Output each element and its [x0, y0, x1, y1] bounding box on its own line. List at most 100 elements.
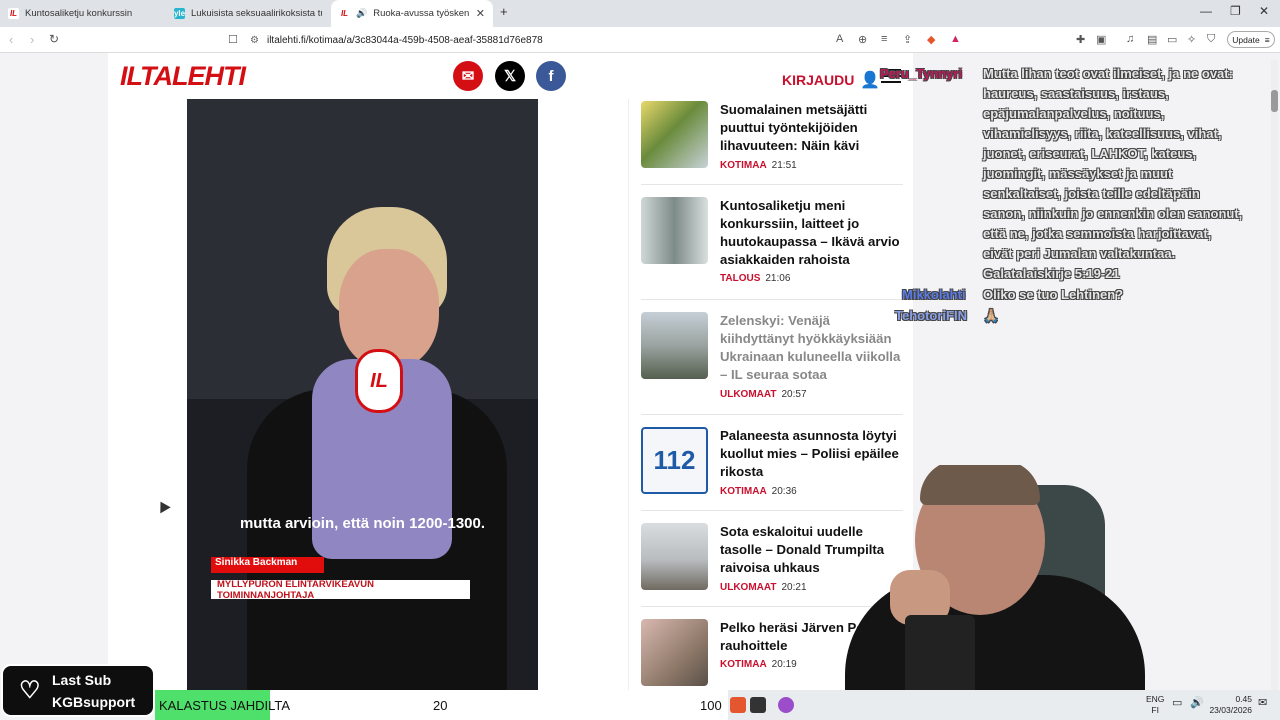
- login-button[interactable]: KIRJAUDU 👤: [782, 70, 880, 90]
- chat-message-line: että ne, jotka semmoista harjoittavat,: [983, 226, 1212, 241]
- extensions-icon[interactable]: ✚: [1076, 33, 1085, 46]
- reader-icon[interactable]: ≡: [881, 33, 887, 45]
- yle-favicon-icon: yle: [173, 8, 186, 19]
- clock-date: 23/03/2026: [1209, 705, 1252, 715]
- news-category: KOTIMAA: [720, 160, 767, 171]
- zoom-icon[interactable]: ⊕: [858, 33, 867, 46]
- news-thumbnail: [641, 197, 708, 264]
- update-label: Update: [1232, 34, 1260, 45]
- chat-emote: 🙏🏼: [983, 308, 1000, 323]
- chat-message-line: haureus, saastaisuus, irstaus,: [983, 86, 1169, 101]
- leo-icon[interactable]: ✧: [1187, 33, 1196, 46]
- news-time: 20:36: [771, 486, 797, 497]
- news-meta: KOTIMAA 20:19: [720, 659, 797, 670]
- iltalehti-site: ILTALEHTI ✉ 𝕏 f KIRJAUDU 👤 IL Sinikka Ba…: [108, 53, 913, 690]
- network-icon[interactable]: ▭: [1172, 698, 1182, 709]
- translate-icon[interactable]: A: [836, 33, 843, 45]
- maximize-icon[interactable]: ❐: [1230, 4, 1241, 18]
- share-icon[interactable]: ⇪: [903, 33, 912, 46]
- app-taskbar-icon[interactable]: [778, 697, 794, 713]
- news-video-player[interactable]: IL Sinikka Backman MYLLYPURON ELINTARVIK…: [187, 99, 538, 690]
- streamer-webcam: [845, 465, 1145, 720]
- news-category: KOTIMAA: [720, 486, 767, 497]
- last-sub-title: Last Sub: [52, 672, 112, 688]
- last-sub-widget: ♡ Last Sub KGBsupport: [1, 664, 155, 717]
- close-tab-icon[interactable]: ✕: [476, 7, 485, 20]
- news-time: 21:06: [765, 273, 791, 284]
- tab-yle[interactable]: yle Lukuisista seksuaalirikoksista tuomi…: [166, 0, 330, 27]
- news-meta: ULKOMAAT 20:21: [720, 582, 807, 593]
- reload-icon[interactable]: ↻: [49, 32, 59, 46]
- tab-label: Lukuisista seksuaalirikoksista tuomittu: [191, 8, 322, 19]
- chat-message-line: juonet, eriseurat, LAHKOT, kateus,: [983, 146, 1197, 161]
- wallet-icon[interactable]: ▭: [1167, 33, 1177, 46]
- chat-message-line: Galatalaiskirje 5:19-21: [983, 266, 1120, 281]
- bookmark-icon[interactable]: ☐: [228, 33, 238, 46]
- brave-rewards-icon[interactable]: ▲: [950, 33, 961, 45]
- chat-message-line: sanon, niinkuin jo ennenkin olen sanonut…: [983, 206, 1243, 221]
- last-sub-name: KGBsupport: [52, 694, 136, 710]
- news-category: ULKOMAAT: [720, 582, 777, 593]
- forward-icon[interactable]: ›: [30, 32, 34, 47]
- news-meta: TALOUS 21:06: [720, 273, 790, 284]
- speaker-icon: 🔊: [356, 8, 368, 18]
- chat-message-line: eivät peri Jumalan valtakuntaa.: [983, 246, 1176, 261]
- facebook-share-icon[interactable]: f: [536, 61, 566, 91]
- il-microphone-icon: IL: [355, 349, 403, 413]
- goal-label: KALASTUS JAHDILTA: [159, 698, 290, 713]
- sidebar-icon[interactable]: ▤: [1147, 33, 1157, 46]
- news-card[interactable]: Zelenskyi: Venäjä kiihdyttänyt hyökkäyks…: [641, 312, 903, 415]
- terminal-taskbar-icon[interactable]: [750, 697, 766, 713]
- page-scrollbar[interactable]: [1271, 60, 1278, 690]
- brave-shield-icon[interactable]: ◆: [927, 33, 935, 46]
- chat-message-line: epäjumalanpalvelus, noituus,: [983, 106, 1165, 121]
- news-title: Suomalainen metsäjätti puuttui työntekij…: [720, 102, 868, 153]
- media-icon[interactable]: ♫: [1126, 33, 1134, 45]
- news-thumbnail: [641, 523, 708, 590]
- role-plate: MYLLYPURON ELINTARVIKEAVUN TOIMINNANJOHT…: [211, 579, 470, 601]
- language-indicator[interactable]: ENG FI: [1146, 694, 1164, 716]
- windows-taskbar: ENG FI ▭ 🔊 0.45 23/03/2026 ✉: [728, 690, 1280, 720]
- login-label: KIRJAUDU: [782, 72, 855, 88]
- chat-message-line: senkaltaiset, joista teille edeltäpäin: [983, 186, 1200, 201]
- tab-label: Ruoka-avussa työskennellyt A: [373, 8, 470, 19]
- site-logo[interactable]: ILTALEHTI: [120, 61, 246, 92]
- chat-username: Mikkolahti: [902, 287, 966, 302]
- heart-icon: ♡: [19, 677, 41, 704]
- notification-icon[interactable]: ✉: [1258, 698, 1267, 709]
- screen: IL Kuntosaliketju konkurssin yle Lukuisi…: [0, 0, 1280, 720]
- news-card[interactable]: Kuntosaliketju meni konkurssiin, laittee…: [641, 197, 903, 300]
- volume-icon[interactable]: 🔊: [1190, 698, 1204, 709]
- news-thumbnail: [641, 101, 708, 168]
- minimize-icon[interactable]: —: [1200, 4, 1212, 18]
- close-window-icon[interactable]: ✕: [1259, 4, 1269, 18]
- vpn-icon[interactable]: ⛉: [1207, 33, 1215, 46]
- mail-share-icon[interactable]: ✉: [453, 61, 483, 91]
- goal-max: 100: [700, 698, 722, 713]
- news-time: 20:57: [781, 389, 807, 400]
- lang-top: ENG: [1146, 694, 1165, 704]
- x-share-icon[interactable]: 𝕏: [495, 61, 525, 91]
- iltalehti-favicon-icon: IL: [339, 8, 350, 19]
- new-tab-icon[interactable]: +: [500, 4, 508, 19]
- name-plate-text: Sinikka Backman: [215, 557, 298, 568]
- news-title: Zelenskyi: Venäjä kiihdyttänyt hyökkäyks…: [720, 313, 901, 382]
- brave-taskbar-icon[interactable]: [730, 697, 746, 713]
- news-thumbnail: 112: [641, 427, 708, 494]
- site-info-icon[interactable]: ⚙: [250, 35, 259, 46]
- user-icon: 👤: [860, 72, 881, 89]
- iltalehti-favicon-icon: IL: [8, 8, 19, 19]
- clock-time: 0.45: [1235, 694, 1252, 704]
- news-meta: ULKOMAAT 20:57: [720, 389, 807, 400]
- back-icon[interactable]: ‹: [9, 32, 13, 47]
- update-button[interactable]: Update ≡: [1227, 31, 1275, 48]
- tab-kuntosaliketju[interactable]: IL Kuntosaliketju konkurssin: [0, 0, 165, 27]
- scrollbar-thumb[interactable]: [1271, 90, 1278, 112]
- news-card[interactable]: Suomalainen metsäjätti puuttui työntekij…: [641, 101, 903, 185]
- chat-username: TehotoriFIN: [895, 308, 967, 323]
- tab-ruoka-avussa[interactable]: IL 🔊 Ruoka-avussa työskennellyt A ✕: [331, 0, 493, 27]
- url-text: iltalehti.fi/kotimaa/a/3c83044a-459b-450…: [266, 34, 543, 46]
- clock[interactable]: 0.45 23/03/2026: [1208, 694, 1252, 716]
- tab-search-icon[interactable]: ▣: [1096, 33, 1106, 46]
- stream-goal-bar: KALASTUS JAHDILTA 20 100: [155, 690, 728, 720]
